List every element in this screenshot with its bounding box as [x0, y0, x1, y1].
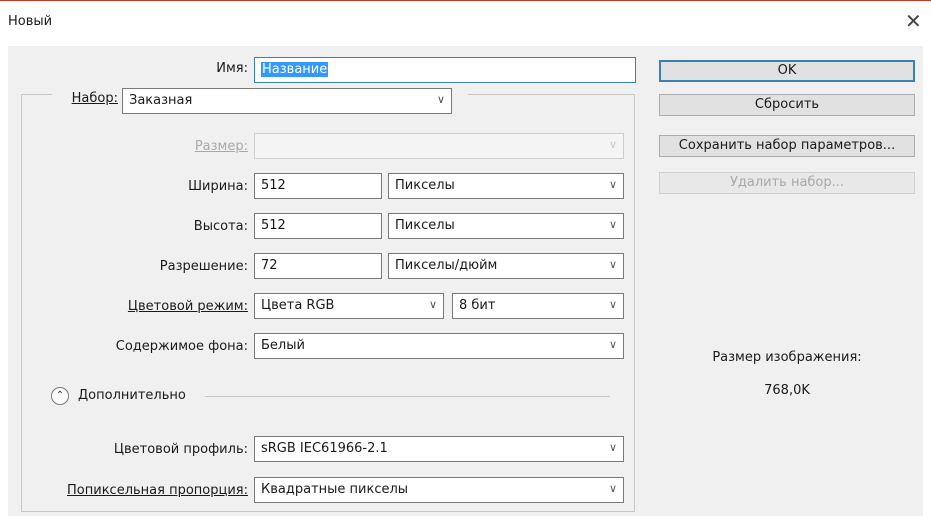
color-profile-label: Цветовой профиль:	[113, 442, 248, 457]
delete-preset-button: Удалить набор...	[659, 172, 915, 194]
pixel-aspect-label: Попиксельная пропорция:	[67, 483, 248, 498]
chevron-down-icon: ∨	[608, 338, 617, 351]
collapse-up-icon[interactable]: ⌃	[51, 387, 69, 405]
color-mode-label: Цветовой режим:	[127, 299, 248, 314]
chevron-down-icon: ∨	[608, 482, 617, 495]
ok-button[interactable]: OK	[659, 60, 915, 82]
image-size-value: 768,0K	[764, 383, 810, 398]
width-input[interactable]: 512	[254, 173, 382, 199]
advanced-label: Дополнительно	[78, 388, 186, 403]
chevron-down-icon: ∨	[608, 441, 617, 454]
title-accent-line	[0, 0, 931, 1]
chevron-down-icon: ∨	[428, 298, 437, 311]
background-label: Содержимое фона:	[115, 339, 248, 354]
color-profile-select[interactable]: sRGB IEC61966-2.1 ∨	[254, 436, 624, 462]
resolution-unit-select[interactable]: Пикселы/дюйм ∨	[388, 253, 624, 279]
chevron-down-icon: ∨	[436, 93, 445, 106]
width-unit-select[interactable]: Пикселы ∨	[388, 173, 624, 199]
close-icon[interactable]: ✕	[905, 9, 922, 33]
preset-select[interactable]: Заказная ∨	[122, 88, 452, 114]
window-title: Новый	[8, 14, 53, 29]
height-input[interactable]: 512	[254, 213, 382, 239]
background-select[interactable]: Белый ∨	[254, 333, 624, 359]
chevron-down-icon: ∨	[608, 258, 617, 271]
height-unit-select[interactable]: Пикселы ∨	[388, 213, 624, 239]
resolution-label: Разрешение:	[159, 259, 248, 274]
size-select: ∨	[254, 133, 624, 159]
name-value: Название	[261, 62, 329, 77]
pixel-aspect-select[interactable]: Квадратные пикселы ∨	[254, 477, 624, 503]
name-input[interactable]: Название	[254, 57, 636, 83]
bit-depth-select[interactable]: 8 бит ∨	[452, 293, 624, 319]
color-mode-select[interactable]: Цвета RGB ∨	[254, 293, 444, 319]
image-size-label: Размер изображения:	[712, 350, 862, 365]
chevron-down-icon: ∨	[608, 298, 617, 311]
reset-button[interactable]: Сбросить	[659, 94, 915, 116]
name-label: Имя:	[216, 61, 248, 76]
chevron-down-icon: ∨	[608, 218, 617, 231]
resolution-input[interactable]: 72	[254, 253, 382, 279]
chevron-down-icon: ∨	[608, 138, 617, 151]
height-label: Высота:	[193, 219, 248, 234]
size-label: Размер:	[194, 139, 248, 154]
preset-value: Заказная	[129, 93, 193, 108]
preset-label: Набор:	[71, 91, 118, 106]
save-preset-button[interactable]: Сохранить набор параметров...	[659, 135, 915, 157]
advanced-separator	[205, 396, 610, 397]
chevron-down-icon: ∨	[608, 178, 617, 191]
width-label: Ширина:	[188, 179, 248, 194]
